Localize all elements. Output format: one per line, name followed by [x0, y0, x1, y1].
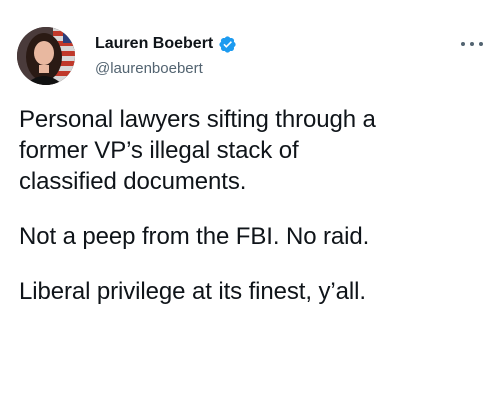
verified-badge-icon — [218, 35, 237, 54]
author-handle[interactable]: @laurenboebert — [95, 59, 237, 79]
tweet-paragraph: Not a peep from the FBI. No raid. — [19, 223, 370, 250]
avatar[interactable] — [17, 27, 75, 85]
more-dot — [479, 42, 483, 46]
avatar-image — [17, 27, 75, 85]
tweet-card: Lauren Boebert @laurenboebert Personal l… — [0, 0, 500, 411]
name-row: Lauren Boebert — [95, 33, 237, 55]
tweet-header: Lauren Boebert @laurenboebert — [17, 27, 483, 87]
tweet-paragraph: Personal lawyers sifting through a forme… — [19, 106, 376, 195]
more-dot — [461, 42, 465, 46]
tweet-text: Personal lawyers sifting through a forme… — [19, 104, 489, 331]
more-options-icon[interactable] — [461, 39, 483, 49]
tweet-paragraph: Liberal privilege at its finest, y’all. — [19, 278, 366, 305]
author-display-name[interactable]: Lauren Boebert — [95, 33, 213, 55]
author-names: Lauren Boebert @laurenboebert — [95, 33, 237, 79]
more-dot — [470, 42, 474, 46]
